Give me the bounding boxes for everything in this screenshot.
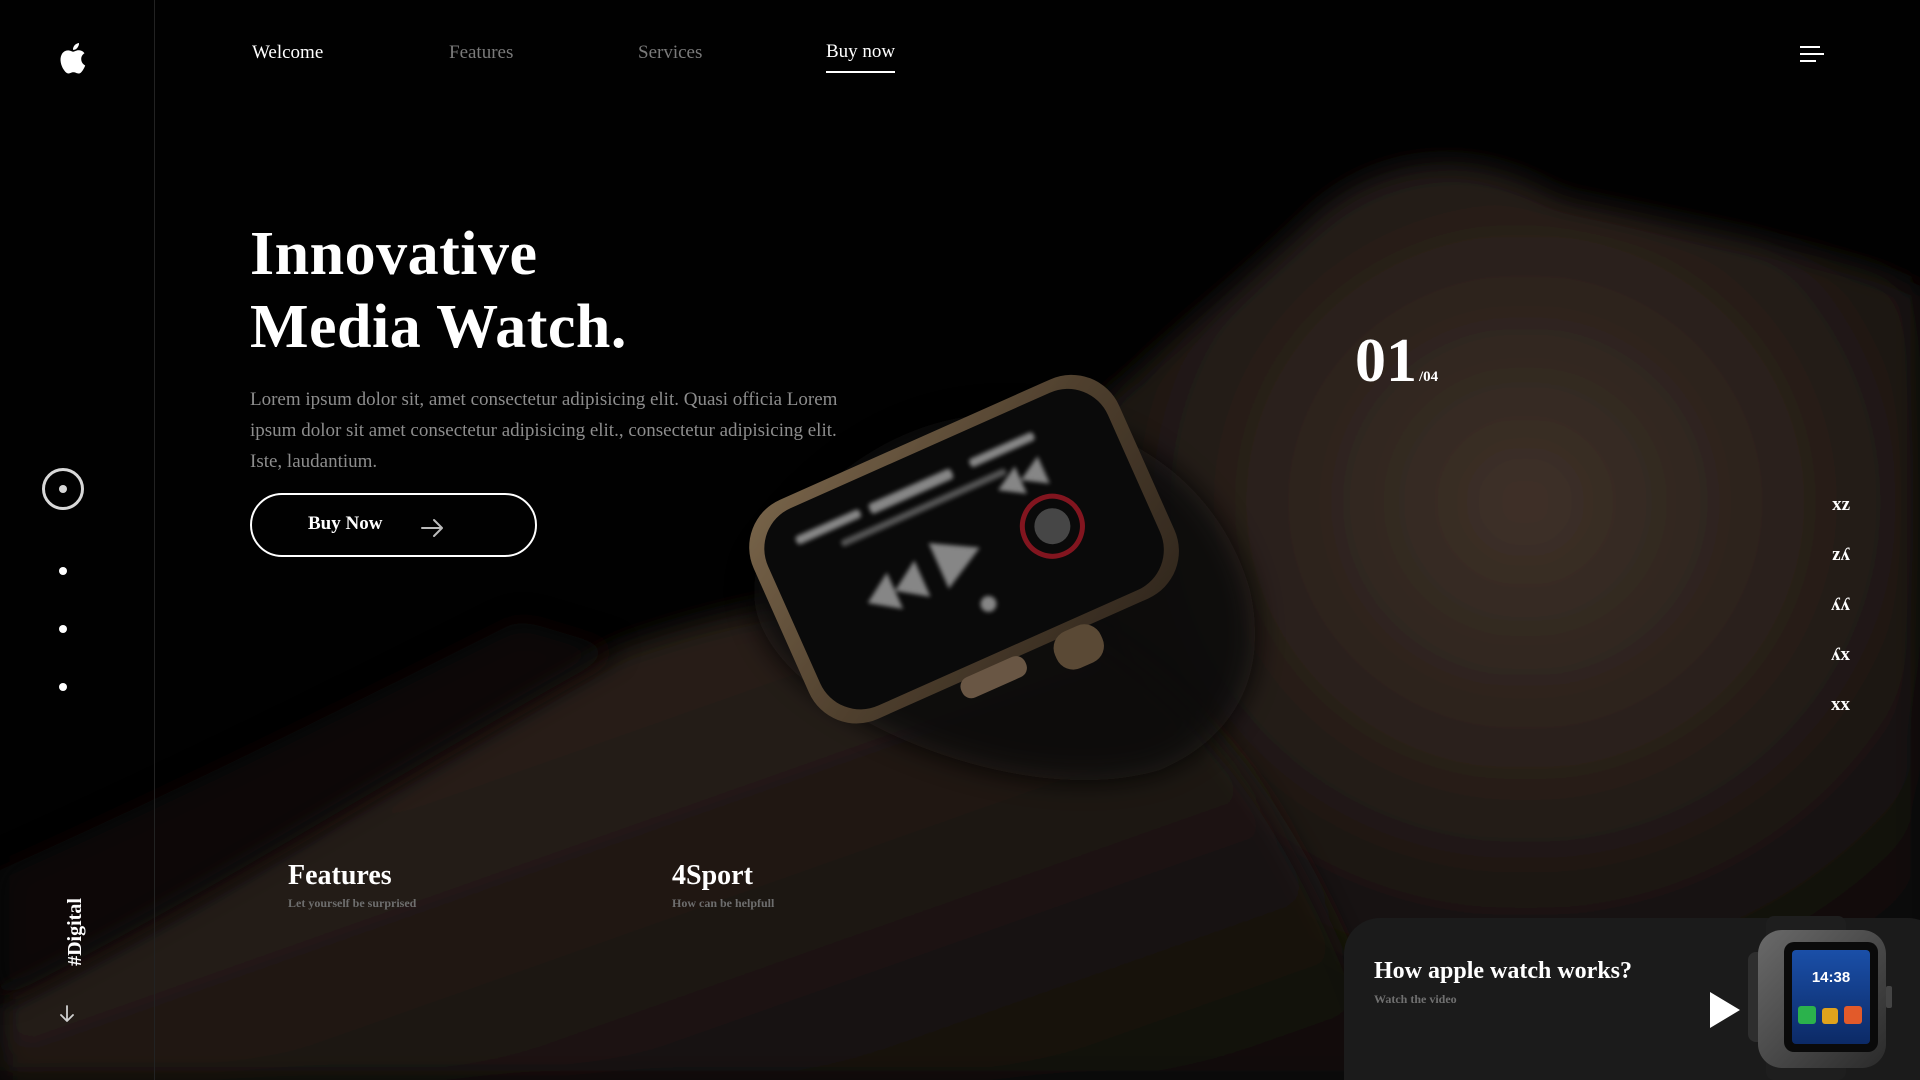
feature-title: 4Sport: [672, 860, 753, 891]
feature-card-features[interactable]: Features Let yourself be surprised: [288, 860, 416, 911]
play-icon[interactable]: [1706, 990, 1742, 1030]
top-nav: Welcome Features Services Buy now: [0, 0, 1920, 100]
feature-title: Features: [288, 860, 392, 891]
sidebar: #Digital: [0, 0, 155, 1080]
nav-item-services[interactable]: Services: [638, 42, 702, 64]
side-list-item[interactable]: ʎʎ: [1831, 594, 1850, 616]
buy-now-button-label: Buy Now: [308, 513, 383, 534]
slide-dot-2[interactable]: [59, 625, 67, 633]
video-card-subtitle: Watch the video: [1374, 992, 1457, 1006]
buy-now-button[interactable]: Buy Now: [250, 493, 537, 557]
slide-counter-current: 01: [1355, 327, 1417, 395]
sidebar-tag: #Digital: [64, 898, 86, 966]
nav-item-buy-now[interactable]: Buy now: [826, 41, 896, 73]
hero-description: Lorem ipsum dolor sit, amet consectetur …: [250, 389, 838, 472]
slide-counter-total: /04: [1419, 369, 1439, 385]
watch-thumbnail-time: 14:38: [1812, 969, 1850, 986]
side-list-item[interactable]: ʎx: [1831, 644, 1850, 666]
slide-counter: 01/04: [1355, 326, 1438, 397]
arrow-down-icon[interactable]: [58, 1004, 76, 1024]
hamburger-menu-icon[interactable]: [1800, 46, 1824, 64]
target-icon[interactable]: [42, 468, 84, 510]
side-list-item[interactable]: xx: [1831, 694, 1850, 716]
hero-title-line-1: Innovative: [250, 220, 538, 288]
nav-item-welcome[interactable]: Welcome: [252, 42, 323, 64]
nav-item-features[interactable]: Features: [449, 42, 513, 64]
side-list-item[interactable]: xz: [1832, 494, 1850, 516]
watch-thumbnail-image: 14:38: [1748, 916, 1892, 1080]
slide-dot-1[interactable]: [59, 567, 67, 575]
feature-subtitle: Let yourself be surprised: [288, 896, 417, 910]
feature-subtitle: How can be helpfull: [672, 896, 775, 910]
feature-card-4sport[interactable]: 4Sport How can be helpfull: [672, 860, 774, 911]
arrow-right-icon: [421, 519, 443, 537]
hero-section: Innovative Media Watch. Lorem ipsum dolo…: [250, 218, 870, 477]
side-list-item[interactable]: zʎ: [1832, 544, 1850, 566]
hero-title-line-2: Media Watch.: [250, 293, 627, 361]
page: #Digital Welcome Features Services Buy n…: [0, 0, 1920, 1080]
slide-dot-3[interactable]: [59, 683, 67, 691]
video-card-title: How apple watch works?: [1374, 958, 1633, 984]
hero-title: Innovative Media Watch.: [250, 218, 870, 364]
video-card[interactable]: How apple watch works? Watch the video 1…: [1344, 916, 1920, 1080]
